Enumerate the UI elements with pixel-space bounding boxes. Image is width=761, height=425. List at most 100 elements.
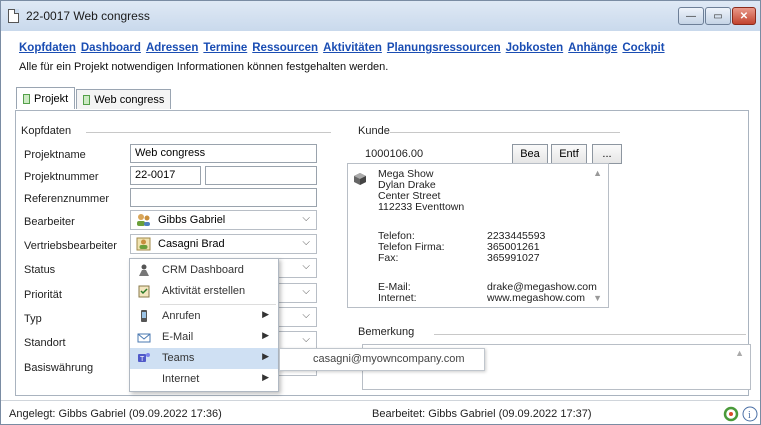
context-menu: CRM Dashboard Aktivität erstellen Anrufe… bbox=[129, 258, 279, 392]
chevron-down-icon: ⌵ bbox=[302, 334, 310, 345]
phone-icon bbox=[141, 310, 147, 322]
scroll-up-icon[interactable]: ▲ bbox=[735, 348, 744, 358]
menu-item-internet[interactable]: Internet ▶ bbox=[130, 369, 278, 390]
bea-button[interactable]: Bea bbox=[512, 144, 548, 164]
document-icon bbox=[8, 9, 19, 23]
nav-link-ressourcen[interactable]: Ressourcen bbox=[252, 42, 318, 54]
dashboard-icon bbox=[139, 264, 149, 276]
typ-label: Typ bbox=[24, 313, 42, 325]
group-divider bbox=[434, 334, 746, 335]
projektnummer-field[interactable]: 22-0017 bbox=[130, 166, 201, 185]
page-description: Alle für ein Projekt notwendigen Informa… bbox=[19, 61, 389, 73]
nav-link-jobkosten[interactable]: Jobkosten bbox=[506, 42, 564, 54]
status-label: Status bbox=[24, 264, 56, 276]
nav-link-anhaenge[interactable]: Anhänge bbox=[568, 42, 617, 54]
menu-item-aktivitaet-erstellen[interactable]: Aktivität erstellen bbox=[130, 281, 278, 302]
scroll-up-icon[interactable]: ▲ bbox=[593, 168, 602, 178]
created-status: Angelegt: Gibbs Gabriel (09.09.2022 17:3… bbox=[9, 408, 222, 420]
menu-item-label: Internet bbox=[162, 373, 200, 385]
tab-projekt[interactable]: Projekt bbox=[16, 87, 76, 109]
user-group-icon bbox=[137, 214, 150, 226]
user-card-icon bbox=[136, 237, 151, 251]
section-nav: Kopfdaten Dashboard Adressen Termine Res… bbox=[19, 42, 665, 54]
menu-item-email[interactable]: E-Mail ▶ bbox=[130, 327, 278, 348]
green-square-icon bbox=[23, 93, 30, 104]
tab-label: Web congress bbox=[94, 93, 165, 106]
projektnummer-extra-field[interactable] bbox=[205, 166, 317, 185]
menu-item-label: CRM Dashboard bbox=[162, 264, 244, 276]
nav-link-adressen[interactable]: Adressen bbox=[146, 42, 198, 54]
menu-item-label: Anrufen bbox=[162, 310, 201, 322]
nav-link-cockpit[interactable]: Cockpit bbox=[622, 42, 664, 54]
chevron-down-icon: ⌵ bbox=[302, 261, 310, 272]
submenu-arrow-icon: ▶ bbox=[262, 351, 269, 361]
modified-status: Bearbeitet: Gibbs Gabriel (09.09.2022 17… bbox=[372, 408, 592, 420]
projektnummer-label: Projektnummer bbox=[24, 171, 99, 183]
kunde-group-title: Kunde bbox=[358, 125, 390, 137]
referenznummer-field[interactable] bbox=[130, 188, 317, 207]
bearbeiter-select[interactable]: Gibbs Gabriel ⌵ bbox=[130, 210, 317, 230]
entf-button[interactable]: Entf bbox=[551, 144, 587, 164]
more-button[interactable]: ... bbox=[592, 144, 622, 164]
referenznummer-label: Referenznummer bbox=[24, 193, 109, 205]
group-divider bbox=[390, 132, 620, 133]
clipboard-icon bbox=[138, 285, 150, 298]
chevron-down-icon: ⌵ bbox=[302, 213, 310, 224]
menu-item-label: E-Mail bbox=[162, 331, 194, 343]
fax-value: 365991027 bbox=[487, 252, 540, 264]
bearbeiter-value: Gibbs Gabriel bbox=[158, 214, 226, 226]
projektname-field[interactable]: Web congress bbox=[130, 144, 317, 163]
submenu-arrow-icon: ▶ bbox=[262, 309, 269, 319]
internet-value[interactable]: www.megashow.com bbox=[487, 292, 585, 304]
group-divider bbox=[86, 132, 331, 133]
submenu-arrow-icon: ▶ bbox=[262, 372, 269, 382]
minimize-button[interactable]: — bbox=[678, 7, 704, 25]
menu-separator bbox=[160, 304, 276, 305]
chevron-down-icon: ⌵ bbox=[302, 286, 310, 297]
refresh-icon[interactable] bbox=[723, 406, 739, 422]
chevron-down-icon: ⌵ bbox=[302, 310, 310, 321]
maximize-button[interactable]: ▭ bbox=[705, 7, 731, 25]
tab-web-congress[interactable]: Web congress bbox=[76, 89, 172, 109]
customer-address-card: Mega Show Dylan Drake Center Street 1122… bbox=[347, 163, 609, 308]
svg-text:i: i bbox=[748, 410, 751, 421]
kunde-number: 1000106.00 bbox=[365, 148, 424, 160]
svg-text:T: T bbox=[140, 356, 145, 363]
teams-icon: T bbox=[138, 353, 150, 363]
vertriebsbearbeiter-select[interactable]: Casagni Brad ⌵ bbox=[130, 234, 317, 254]
scroll-down-icon[interactable]: ▼ bbox=[593, 293, 602, 303]
title-bar: 22-0017 Web congress — ▭ ✕ bbox=[1, 1, 760, 31]
green-square-icon bbox=[83, 94, 91, 105]
menu-item-crm-dashboard[interactable]: CRM Dashboard bbox=[130, 260, 278, 281]
prioritaet-label: Priorität bbox=[24, 289, 62, 301]
company-icon bbox=[354, 173, 366, 185]
window-title: 22-0017 Web congress bbox=[26, 9, 150, 23]
address-line: 112233 Eventtown bbox=[378, 201, 465, 213]
tab-strip: Projekt Web congress bbox=[16, 87, 172, 109]
fax-label: Fax: bbox=[378, 252, 399, 264]
kopfdaten-group-title: Kopfdaten bbox=[21, 125, 72, 137]
vertriebsbearbeiter-value: Casagni Brad bbox=[158, 238, 225, 250]
menu-item-anrufen[interactable]: Anrufen ▶ bbox=[130, 306, 278, 327]
internet-label: Internet: bbox=[378, 292, 417, 304]
close-button[interactable]: ✕ bbox=[732, 7, 756, 25]
projektname-label: Projektname bbox=[24, 149, 86, 161]
bemerkung-group-title: Bemerkung bbox=[358, 326, 415, 338]
info-icon[interactable]: i bbox=[742, 406, 758, 422]
nav-link-planungsressourcen[interactable]: Planungsressourcen bbox=[387, 42, 501, 54]
teams-submenu-email[interactable]: casagni@myowncompany.com bbox=[279, 348, 485, 371]
nav-link-termine[interactable]: Termine bbox=[203, 42, 247, 54]
nav-link-dashboard[interactable]: Dashboard bbox=[81, 42, 141, 54]
menu-item-label: Aktivität erstellen bbox=[162, 285, 246, 297]
standort-label: Standort bbox=[24, 337, 66, 349]
menu-item-teams[interactable]: T Teams ▶ bbox=[130, 348, 278, 369]
tab-label: Projekt bbox=[34, 92, 69, 105]
bearbeiter-label: Bearbeiter bbox=[24, 216, 75, 228]
nav-link-kopfdaten[interactable]: Kopfdaten bbox=[19, 42, 76, 54]
nav-link-aktivitaeten[interactable]: Aktivitäten bbox=[323, 42, 382, 54]
project-window: 22-0017 Web congress — ▭ ✕ Kopfdaten Das… bbox=[0, 0, 761, 425]
mail-icon bbox=[137, 333, 151, 343]
basiswaehrung-label: Basiswährung bbox=[24, 362, 94, 374]
submenu-arrow-icon: ▶ bbox=[262, 330, 269, 340]
chevron-down-icon: ⌵ bbox=[302, 237, 310, 248]
